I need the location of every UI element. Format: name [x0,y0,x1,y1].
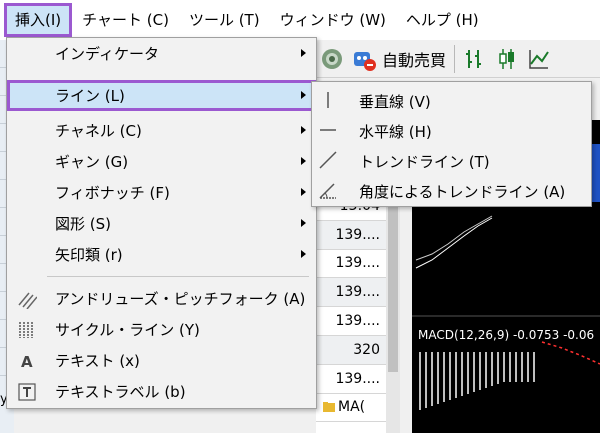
list-cell: 139.... [316,220,386,250]
menu-item-fibonacci[interactable]: フィボナッチ (F) [7,177,316,208]
trendline-by-angle-icon [319,183,336,199]
menu-item-channels[interactable]: チャネル (C) [7,115,316,146]
trendline-icon [319,151,337,169]
menu-insert[interactable]: 挿入(I) [4,3,73,37]
menu-item-shapes[interactable]: 図形 (S) [7,208,316,239]
menu-window[interactable]: ウィンドウ (W) [270,3,396,37]
menu-item-label: テキストラベル (b) [55,383,186,401]
menu-item-gann[interactable]: ギャン (G) [7,146,316,177]
submenu-item-horizontal-line[interactable]: 水平線 (H) [312,115,591,145]
submenu-arrow-icon [301,250,306,258]
list-cell: 139.... [316,278,386,308]
list-cell: 139.... [316,365,386,394]
pitchfork-icon [18,292,37,309]
menu-item-text[interactable]: A テキスト (x) [7,345,316,376]
menu-item-label: テキスト (x) [55,352,140,370]
menu-item-label: チャネル (C) [55,122,142,140]
submenu-item-trendline[interactable]: トレンドライン (T) [312,145,591,175]
submenu-arrow-icon [301,219,306,227]
submenu-arrow-icon [301,49,306,57]
submenu-item-label: 垂直線 (V) [359,93,431,111]
menu-item-indicators[interactable]: インディケータ [7,38,316,69]
menu-item-label: サイクル・ライン (Y) [55,321,200,339]
signal-icon[interactable] [319,46,345,72]
menu-item-label: ライン (L) [55,87,125,105]
submenu-arrow-icon [301,188,306,196]
menu-tools[interactable]: ツール (T) [179,3,270,37]
submenu-arrow-icon [301,126,306,134]
text-icon: A [21,353,33,371]
menu-item-label: インディケータ [55,45,159,63]
indicator-folder-icon [323,402,335,413]
submenu-item-vertical-line[interactable]: 垂直線 (V) [312,85,591,115]
submenu-item-label: 水平線 (H) [359,123,432,141]
list-scrollbar[interactable] [386,192,400,433]
menu-item-andrews-pitchfork[interactable]: アンドリューズ・ピッチフォーク (A) [7,283,316,314]
menu-item-label: アンドリューズ・ピッチフォーク (A) [55,290,306,308]
svg-text:A: A [21,353,33,371]
menu-item-lines[interactable]: ライン (L) [7,80,316,111]
menu-item-cycle-lines[interactable]: サイクル・ライン (Y) [7,314,316,345]
list-cell: 320 [316,335,386,365]
submenu-arrow-icon [301,91,306,99]
menu-item-label: フィボナッチ (F) [55,184,170,202]
horizontal-line-icon [320,129,336,131]
list-cell-ma-label: MA( [338,399,366,416]
menu-chart[interactable]: チャート (C) [72,3,179,37]
list-scrollbar-thumb[interactable] [388,202,398,372]
cycle-lines-icon [19,322,33,338]
line-submenu: 垂直線 (V) 水平線 (H) トレンドライン (T) 角度によるトレンドライン… [311,81,592,207]
toolbar: 自動売買 [316,40,600,78]
menu-help[interactable]: ヘルプ (H) [396,3,489,37]
submenu-item-label: 角度によるトレンドライン (A) [359,183,566,201]
price-list: 13:04 139.... 139.... 139.... 139.... 32… [316,192,386,433]
toolbar-separator [454,44,456,73]
menu-item-label: ギャン (G) [55,153,129,171]
submenu-item-label: トレンドライン (T) [359,153,490,171]
menu-separator [47,276,309,277]
list-cell-ma: MA( [316,394,386,423]
macd-label: MACD(12,26,9) -0.0753 -0.06 [418,328,595,342]
auto-trading-label[interactable]: 自動売買 [382,47,446,71]
list-cell: 139.... [316,307,386,336]
candlestick-icon[interactable] [494,46,520,72]
menu-item-arrows[interactable]: 矢印類 (r) [7,239,316,270]
menu-item-label: 図形 (S) [55,215,111,233]
menu-item-label: 矢印類 (r) [55,246,123,264]
list-cell: 139.... [316,250,386,279]
text-label-icon [18,383,36,401]
menubar: 挿入(I) チャート (C) ツール (T) ウィンドウ (W) ヘルプ (H) [0,0,600,40]
submenu-item-trendline-by-angle[interactable]: 角度によるトレンドライン (A) [312,175,591,205]
submenu-arrow-icon [301,157,306,165]
vertical-line-icon [327,92,329,108]
insert-menu: インディケータ ライン (L) チャネル (C) ギャン (G) フィボナッチ … [6,37,317,409]
bar-chart-icon[interactable] [462,46,488,72]
line-chart-icon[interactable] [526,46,552,72]
menu-item-text-label[interactable]: テキストラベル (b) [7,376,316,407]
auto-trading-icon[interactable] [351,46,377,72]
